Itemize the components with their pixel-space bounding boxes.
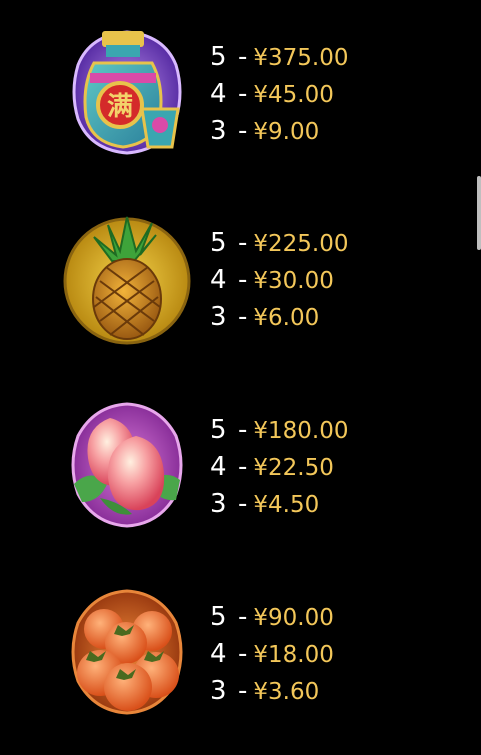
payout-line: 5- ¥225.00 bbox=[210, 225, 349, 262]
separator: - bbox=[238, 79, 248, 109]
payout-list: 5- ¥225.00 4- ¥30.00 3- ¥6.00 bbox=[210, 225, 349, 336]
payout-list: 5- ¥90.00 4- ¥18.00 3- ¥3.60 bbox=[210, 599, 334, 710]
persimmon-icon bbox=[60, 585, 195, 720]
payout-amount: ¥180.00 bbox=[253, 418, 349, 444]
symbol-row-vase: 满 5- ¥375.00 4- ¥45.00 3- ¥9.00 bbox=[0, 25, 481, 175]
payout-amount: ¥45.00 bbox=[253, 82, 334, 108]
payout-amount: ¥225.00 bbox=[253, 231, 349, 257]
payout-amount: ¥90.00 bbox=[253, 605, 334, 631]
separator: - bbox=[238, 265, 248, 295]
symbol-row-peach: 5- ¥180.00 4- ¥22.50 3- ¥4.50 bbox=[0, 398, 481, 548]
symbol-count: 4 bbox=[210, 265, 227, 295]
payout-line: 4- ¥18.00 bbox=[210, 636, 334, 673]
separator: - bbox=[238, 602, 248, 632]
payout-line: 4- ¥22.50 bbox=[210, 449, 349, 486]
separator: - bbox=[238, 489, 248, 519]
vase-badge-text: 满 bbox=[107, 92, 133, 122]
payout-line: 5- ¥375.00 bbox=[210, 39, 349, 76]
symbol-count: 5 bbox=[210, 415, 227, 445]
payout-list: 5- ¥375.00 4- ¥45.00 3- ¥9.00 bbox=[210, 39, 349, 150]
symbol-count: 5 bbox=[210, 42, 227, 72]
symbol-count: 5 bbox=[210, 602, 227, 632]
payout-line: 5- ¥90.00 bbox=[210, 599, 334, 636]
separator: - bbox=[238, 639, 248, 669]
payout-line: 5- ¥180.00 bbox=[210, 412, 349, 449]
separator: - bbox=[238, 415, 248, 445]
separator: - bbox=[238, 228, 248, 258]
payout-line: 3- ¥4.50 bbox=[210, 486, 349, 523]
vase-icon: 满 bbox=[60, 25, 195, 160]
symbol-count: 3 bbox=[210, 302, 227, 332]
symbol-count: 4 bbox=[210, 79, 227, 109]
symbol-row-persimmon: 5- ¥90.00 4- ¥18.00 3- ¥3.60 bbox=[0, 585, 481, 735]
payout-amount: ¥3.60 bbox=[253, 679, 320, 705]
payout-amount: ¥30.00 bbox=[253, 268, 334, 294]
symbol-count: 3 bbox=[210, 489, 227, 519]
payout-amount: ¥375.00 bbox=[253, 45, 349, 71]
payout-line: 3- ¥9.00 bbox=[210, 113, 349, 150]
symbol-count: 3 bbox=[210, 116, 227, 146]
separator: - bbox=[238, 116, 248, 146]
separator: - bbox=[238, 302, 248, 332]
peach-icon bbox=[60, 398, 195, 533]
symbol-count: 5 bbox=[210, 228, 227, 258]
payout-line: 3- ¥6.00 bbox=[210, 299, 349, 336]
payout-amount: ¥18.00 bbox=[253, 642, 334, 668]
separator: - bbox=[238, 42, 248, 72]
payout-amount: ¥9.00 bbox=[253, 119, 320, 145]
pineapple-icon bbox=[60, 211, 195, 346]
payout-line: 4- ¥45.00 bbox=[210, 76, 349, 113]
symbol-count: 3 bbox=[210, 676, 227, 706]
scrollbar-thumb[interactable] bbox=[477, 176, 481, 250]
payout-line: 4- ¥30.00 bbox=[210, 262, 349, 299]
payout-amount: ¥4.50 bbox=[253, 492, 320, 518]
separator: - bbox=[238, 676, 248, 706]
symbol-count: 4 bbox=[210, 452, 227, 482]
separator: - bbox=[238, 452, 248, 482]
payout-list: 5- ¥180.00 4- ¥22.50 3- ¥4.50 bbox=[210, 412, 349, 523]
payout-line: 3- ¥3.60 bbox=[210, 673, 334, 710]
payout-amount: ¥6.00 bbox=[253, 305, 320, 331]
payout-amount: ¥22.50 bbox=[253, 455, 334, 481]
symbol-row-pineapple: 5- ¥225.00 4- ¥30.00 3- ¥6.00 bbox=[0, 211, 481, 361]
symbol-count: 4 bbox=[210, 639, 227, 669]
